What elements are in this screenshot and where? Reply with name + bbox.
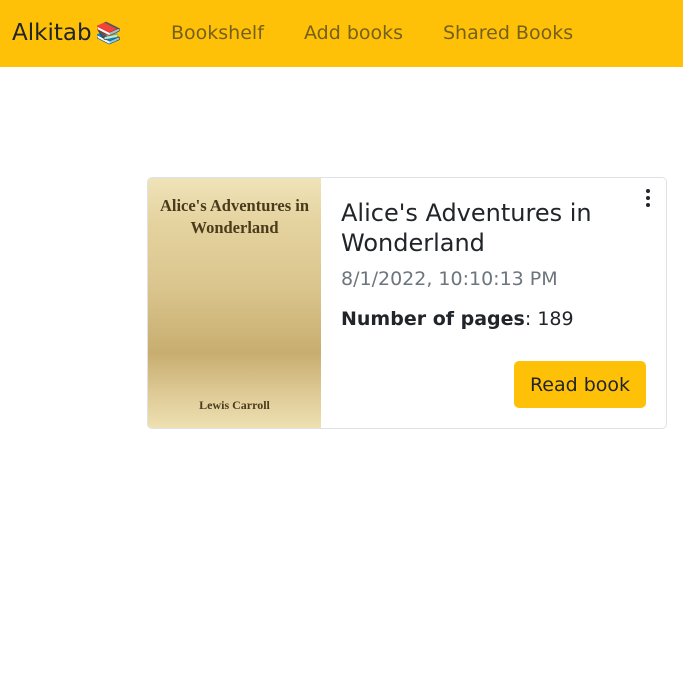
- book-date: 8/1/2022, 10:10:13 PM: [341, 268, 558, 290]
- brand-name: Alkitab: [12, 20, 92, 46]
- nav-link-add-books[interactable]: Add books: [304, 20, 403, 46]
- book-cover-image: Alice's Adventures in Wonderland Lewis C…: [148, 178, 321, 428]
- menu-dot: [646, 196, 650, 200]
- card-body: Alice's Adventures in Wonderland 8/1/202…: [341, 198, 641, 332]
- books-icon: 📚: [95, 21, 122, 45]
- nav-link-bookshelf[interactable]: Bookshelf: [171, 20, 264, 46]
- pages-label: Number of pages: [341, 308, 525, 330]
- pages-separator: :: [524, 308, 532, 330]
- menu-dot: [646, 189, 650, 193]
- brand-link[interactable]: Alkitab 📚: [12, 17, 122, 49]
- nav-link-shared-books[interactable]: Shared Books: [443, 20, 573, 46]
- read-book-button[interactable]: Read book: [514, 361, 646, 408]
- pages-value: 189: [537, 308, 574, 330]
- cover-author: Lewis Carroll: [199, 398, 270, 412]
- cover-title: Alice's Adventures in Wonderland: [159, 196, 310, 237]
- book-card: Alice's Adventures in Wonderland Lewis C…: [147, 177, 667, 429]
- kebab-menu-icon[interactable]: [638, 186, 658, 210]
- book-pages: Number of pages: 189: [341, 306, 641, 332]
- book-title: Alice's Adventures in Wonderland: [341, 199, 592, 257]
- navbar: Alkitab 📚 Bookshelf Add books Shared Book…: [0, 0, 683, 67]
- menu-dot: [646, 203, 650, 207]
